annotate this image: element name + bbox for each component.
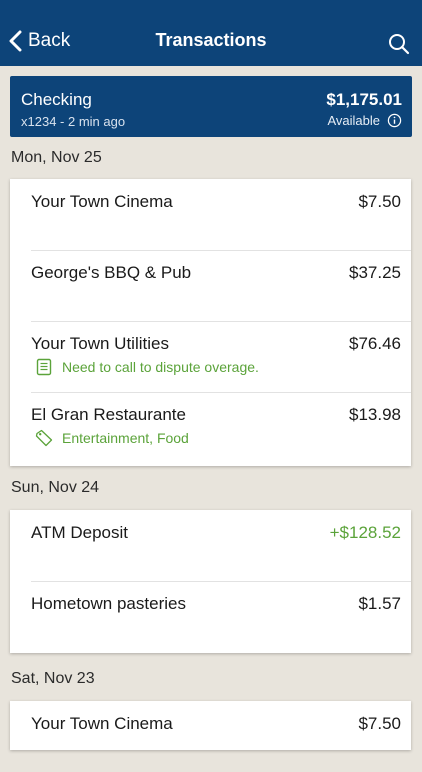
transaction-amount: $13.98	[349, 405, 401, 424]
transaction-amount: $7.50	[358, 192, 401, 211]
transaction-row[interactable]: George's BBQ & Pub $37.25	[10, 250, 411, 321]
transaction-row[interactable]: Your Town Cinema $7.50	[10, 701, 411, 772]
available-label-row: Available	[327, 113, 402, 128]
transaction-tags: Entertainment, Food	[35, 429, 189, 447]
account-subtitle: x1234 - 2 min ago	[21, 114, 126, 129]
transaction-row[interactable]: El Gran Restaurante $13.98 Entertainment…	[10, 392, 411, 463]
account-summary[interactable]: Checking x1234 - 2 min ago $1,175.01 Ava…	[10, 76, 412, 137]
merchant-name: Hometown pasteries	[31, 594, 186, 613]
balance-label: Available	[327, 113, 380, 128]
transaction-group: Your Town Cinema $7.50 George's BBQ & Pu…	[10, 179, 411, 466]
merchant-name: Your Town Utilities	[31, 334, 169, 353]
memo-icon	[36, 358, 52, 376]
tag-text: Entertainment, Food	[62, 430, 189, 446]
tag-icon	[35, 429, 53, 447]
note-text: Need to call to dispute overage.	[62, 359, 259, 375]
page-title: Transactions	[155, 30, 267, 50]
merchant-name: George's BBQ & Pub	[31, 263, 192, 282]
transaction-group: Your Town Cinema $7.50	[10, 701, 411, 750]
navigation-bar: Back Transactions	[0, 0, 422, 66]
transaction-amount: $7.50	[358, 714, 401, 733]
date-header: Sat, Nov 23	[11, 670, 95, 687]
account-name: Checking	[21, 90, 92, 109]
merchant-name: ATM Deposit	[31, 523, 128, 542]
transaction-row[interactable]: Your Town Cinema $7.50	[10, 179, 411, 250]
search-icon[interactable]	[388, 33, 410, 55]
merchant-name: Your Town Cinema	[31, 192, 173, 211]
account-balance: $1,175.01	[326, 90, 402, 109]
transaction-row[interactable]: ATM Deposit +$128.52	[10, 510, 411, 581]
date-header: Sun, Nov 24	[11, 479, 100, 496]
transaction-row[interactable]: Hometown pasteries $1.57	[10, 581, 411, 652]
info-icon[interactable]	[387, 113, 402, 128]
transaction-amount: $76.46	[349, 334, 401, 353]
transaction-amount: +$128.52	[329, 523, 401, 542]
merchant-name: Your Town Cinema	[31, 714, 173, 733]
transaction-row[interactable]: Your Town Utilities $76.46 Need to call …	[10, 321, 411, 392]
transaction-group: ATM Deposit +$128.52 Hometown pasteries …	[10, 510, 411, 653]
transaction-note: Need to call to dispute overage.	[35, 358, 259, 376]
transaction-amount: $37.25	[349, 263, 401, 282]
transaction-amount: $1.57	[358, 594, 401, 613]
date-header: Mon, Nov 25	[11, 149, 102, 166]
merchant-name: El Gran Restaurante	[31, 405, 186, 424]
